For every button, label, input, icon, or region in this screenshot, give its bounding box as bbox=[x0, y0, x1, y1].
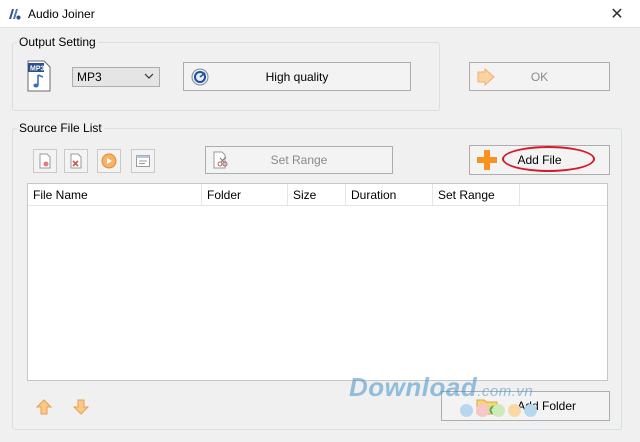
scissors-file-icon bbox=[213, 151, 228, 169]
quality-button[interactable]: High quality bbox=[183, 62, 411, 91]
clear-list-button[interactable] bbox=[64, 149, 88, 173]
mp3-file-icon: MP3 bbox=[27, 60, 51, 92]
title-bar: Audio Joiner ✕ bbox=[0, 0, 640, 28]
file-list[interactable]: File Name Folder Size Duration Set Range bbox=[27, 183, 608, 381]
watermark-dots bbox=[460, 404, 537, 417]
play-button[interactable] bbox=[97, 149, 121, 173]
chevron-down-icon bbox=[144, 73, 154, 79]
arrow-down-icon[interactable] bbox=[72, 398, 90, 416]
play-icon bbox=[101, 153, 117, 169]
watermark: Download.com.vn bbox=[349, 372, 533, 403]
properties-icon bbox=[136, 155, 150, 167]
properties-button[interactable] bbox=[131, 149, 155, 173]
mp3-icon-text: MP3 bbox=[30, 66, 45, 73]
arrow-up-icon[interactable] bbox=[35, 398, 53, 416]
close-icon: ✕ bbox=[610, 6, 624, 23]
app-icon bbox=[9, 9, 21, 20]
column-size[interactable]: Size bbox=[288, 184, 346, 206]
column-folder[interactable]: Folder bbox=[202, 184, 288, 206]
column-duration[interactable]: Duration bbox=[346, 184, 433, 206]
column-set-range[interactable]: Set Range bbox=[433, 184, 520, 206]
set-range-label: Set Range bbox=[270, 153, 328, 167]
source-file-list-legend: Source File List bbox=[19, 121, 102, 135]
watermark-dot bbox=[524, 404, 537, 417]
add-file-label: Add File bbox=[517, 153, 562, 167]
plus-icon bbox=[477, 150, 497, 170]
quality-gear-icon bbox=[191, 68, 209, 85]
quality-label: High quality bbox=[265, 69, 329, 84]
output-setting-legend: Output Setting bbox=[19, 35, 96, 49]
watermark-dot bbox=[492, 404, 505, 417]
watermark-dot bbox=[476, 404, 489, 417]
format-select[interactable]: MP3 bbox=[72, 67, 160, 87]
watermark-dot bbox=[460, 404, 473, 417]
close-button[interactable]: ✕ bbox=[594, 0, 640, 28]
watermark-text: Download bbox=[349, 372, 478, 402]
window-title: Audio Joiner bbox=[28, 7, 95, 21]
remove-file-icon bbox=[39, 153, 51, 169]
column-file-name[interactable]: File Name bbox=[28, 184, 202, 206]
ok-label: OK bbox=[530, 69, 549, 84]
watermark-suffix: .com.vn bbox=[477, 383, 534, 400]
set-range-button[interactable]: Set Range bbox=[205, 146, 393, 174]
clear-list-icon bbox=[70, 153, 82, 169]
watermark-dot bbox=[508, 404, 521, 417]
forward-arrow-icon bbox=[477, 67, 495, 86]
add-file-button[interactable]: Add File bbox=[469, 145, 610, 175]
format-select-value: MP3 bbox=[77, 70, 102, 84]
remove-file-button[interactable] bbox=[33, 149, 57, 173]
ok-button[interactable]: OK bbox=[469, 62, 610, 91]
file-list-header: File Name Folder Size Duration Set Range bbox=[28, 184, 607, 206]
